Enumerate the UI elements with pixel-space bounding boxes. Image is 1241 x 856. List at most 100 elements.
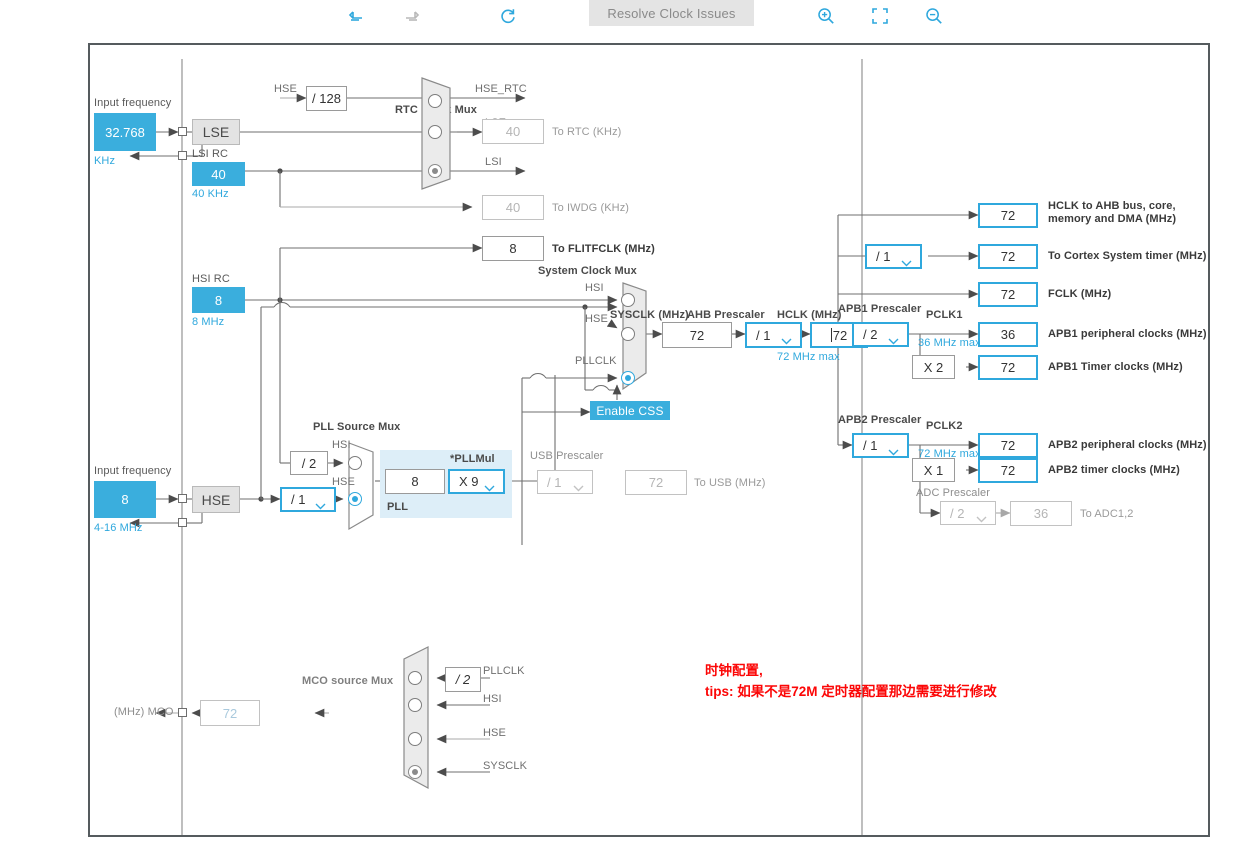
mco-out-value[interactable]: 72: [200, 700, 260, 726]
sysclk-value[interactable]: 72: [662, 322, 732, 348]
hse-oscillator[interactable]: HSE: [192, 486, 240, 513]
chevron-down-icon: [901, 255, 912, 270]
to-rtc-value[interactable]: 40: [482, 119, 544, 144]
rtc-mux-radio-lsi[interactable]: [428, 164, 442, 178]
apb1-peripheral-value[interactable]: 36: [978, 322, 1038, 347]
clock-tree-canvas[interactable]: Input frequency 32.768 KHz LSE LSI RC 40…: [88, 43, 1210, 837]
chevron-down-icon: [888, 333, 899, 348]
apb2-timer-label: APB2 timer clocks (MHz): [1048, 464, 1180, 476]
to-usb-value[interactable]: 72: [625, 470, 687, 495]
ahb-prescaler-value: / 1: [756, 327, 771, 343]
hclk-max-note: 72 MHz max: [777, 351, 840, 363]
apb2-prescaler-select[interactable]: / 1: [852, 433, 909, 458]
user-annotation-text: 时钟配置, tips: 如果不是72M 定时器配置那边需要进行修改: [705, 663, 997, 699]
lse-input-frequency-field[interactable]: 32.768: [94, 113, 156, 151]
apb2-peripheral-value[interactable]: 72: [978, 433, 1038, 458]
to-iwdg-label: To IWDG (KHz): [552, 202, 630, 214]
apb1-timer-label: APB1 Timer clocks (MHz): [1048, 361, 1183, 373]
rtc-mux-input-label-2: LSI: [485, 156, 502, 168]
rtc-mux-radio-hse-rtc[interactable]: [428, 94, 442, 108]
hse-rtc-divider[interactable]: / 128: [306, 86, 347, 111]
clock-configuration-screen: Resolve Clock Issues Input frequency 32.…: [0, 0, 1241, 856]
refresh-icon[interactable]: [485, 0, 531, 32]
redo-icon[interactable]: [388, 0, 434, 32]
apb2-timer-multiplier[interactable]: X 1: [912, 458, 955, 482]
rtc-mux-input-label-0: HSE_RTC: [475, 83, 527, 95]
cortex-timer-prescaler-select[interactable]: / 1: [865, 244, 922, 269]
pll-mux-radio-hse[interactable]: [348, 492, 362, 506]
ahb-prescaler-select[interactable]: / 1: [745, 322, 802, 348]
mco-mux-radio-pllclk[interactable]: [408, 671, 422, 685]
chevron-down-icon: [781, 333, 792, 348]
pll-hsi-divider[interactable]: / 2: [290, 451, 328, 475]
cortex-system-timer-value[interactable]: 72: [978, 244, 1038, 269]
to-adc-value[interactable]: 36: [1010, 501, 1072, 526]
lse-oscillator[interactable]: LSE: [192, 119, 240, 145]
lsi-rc-value[interactable]: 40: [192, 162, 245, 186]
mco-mux-radio-hsi[interactable]: [408, 698, 422, 712]
hse-out-port[interactable]: [178, 518, 187, 527]
mco-pin-label: (MHz) MCO: [114, 706, 174, 718]
pll-panel-label: PLL: [387, 501, 409, 513]
rtc-mux-radio-lse[interactable]: [428, 125, 442, 139]
sysclk-mux-input-label-0: HSI: [585, 282, 604, 294]
mco-mux-input-label-3: SYSCLK: [483, 760, 528, 772]
enable-css-button[interactable]: Enable CSS: [590, 401, 670, 420]
pll-mux-radio-hsi[interactable]: [348, 456, 362, 470]
sysclk-mux-radio-pllclk[interactable]: [621, 371, 635, 385]
apb2-timer-value[interactable]: 72: [978, 458, 1038, 483]
apb1-timer-value[interactable]: 72: [978, 355, 1038, 380]
sysclk-mux-radio-hsi[interactable]: [621, 293, 635, 307]
lse-input-frequency-label: Input frequency: [94, 97, 172, 109]
apb1-peripheral-label: APB1 peripheral clocks (MHz): [1048, 328, 1207, 340]
apb1-prescaler-title: APB1 Prescaler: [838, 303, 922, 315]
mco-mux-radio-sysclk[interactable]: [408, 765, 422, 779]
apb1-max-note: 36 MHz max: [918, 337, 981, 349]
hse-divider-select[interactable]: / 1: [280, 487, 336, 512]
to-adc-label: To ADC1,2: [1080, 508, 1134, 520]
chevron-down-icon: [976, 511, 987, 526]
mco-port[interactable]: [178, 708, 187, 717]
lse-out-port[interactable]: [178, 151, 187, 160]
mco-pllclk-divider[interactable]: / 2: [445, 667, 481, 692]
lse-in-port[interactable]: [178, 127, 187, 136]
resolve-clock-issues-button[interactable]: Resolve Clock Issues: [589, 0, 754, 26]
hclk-to-ahb-value[interactable]: 72: [978, 203, 1038, 228]
undo-icon[interactable]: [334, 0, 380, 32]
system-clock-mux-title: System Clock Mux: [538, 265, 637, 277]
apb2-prescaler-title: APB2 Prescaler: [838, 414, 922, 426]
lsi-rc-unit: 40 KHz: [192, 188, 229, 200]
chevron-down-icon: [573, 480, 584, 495]
usb-prescaler-select[interactable]: / 1: [537, 470, 593, 494]
pllmul-select[interactable]: X 9: [448, 469, 505, 494]
apb1-timer-multiplier[interactable]: X 2: [912, 355, 955, 379]
chevron-down-icon: [484, 480, 495, 495]
hse-range-label: 4-16 MHz: [94, 522, 143, 534]
adc-prescaler-value: / 2: [950, 505, 965, 521]
clock-tree-diagram: Input frequency 32.768 KHz LSE LSI RC 40…: [90, 45, 1208, 835]
hse-in-port[interactable]: [178, 494, 187, 503]
chevron-down-icon: [888, 444, 899, 459]
hse-input-frequency-field[interactable]: 8: [94, 481, 156, 518]
to-usb-label: To USB (MHz): [694, 477, 766, 489]
fclk-value[interactable]: 72: [978, 282, 1038, 307]
adc-prescaler-select[interactable]: / 2: [940, 501, 996, 525]
pllmul-value: X 9: [459, 474, 479, 489]
to-iwdg-value[interactable]: 40: [482, 195, 544, 220]
hse-input-frequency-label: Input frequency: [94, 465, 172, 477]
to-flitfclk-label: To FLITFCLK (MHz): [552, 243, 655, 255]
pllmul-label: *PLLMul: [450, 453, 495, 465]
zoom-out-icon[interactable]: [911, 0, 957, 32]
to-flitfclk-value[interactable]: 8: [482, 236, 544, 261]
apb1-prescaler-select[interactable]: / 2: [852, 322, 909, 347]
zoom-in-icon[interactable]: [803, 0, 849, 32]
hsi-rc-value[interactable]: 8: [192, 287, 245, 313]
mco-mux-radio-hse[interactable]: [408, 732, 422, 746]
text-caret: [830, 328, 832, 342]
toolbar: Resolve Clock Issues: [0, 0, 1241, 34]
sysclk-mux-radio-hse[interactable]: [621, 327, 635, 341]
sysclk-mux-input-label-2: PLLCLK: [575, 355, 617, 367]
fit-screen-icon[interactable]: [857, 0, 903, 32]
hse-divider-value: / 1: [291, 492, 306, 507]
pll-input-value[interactable]: 8: [385, 469, 445, 494]
